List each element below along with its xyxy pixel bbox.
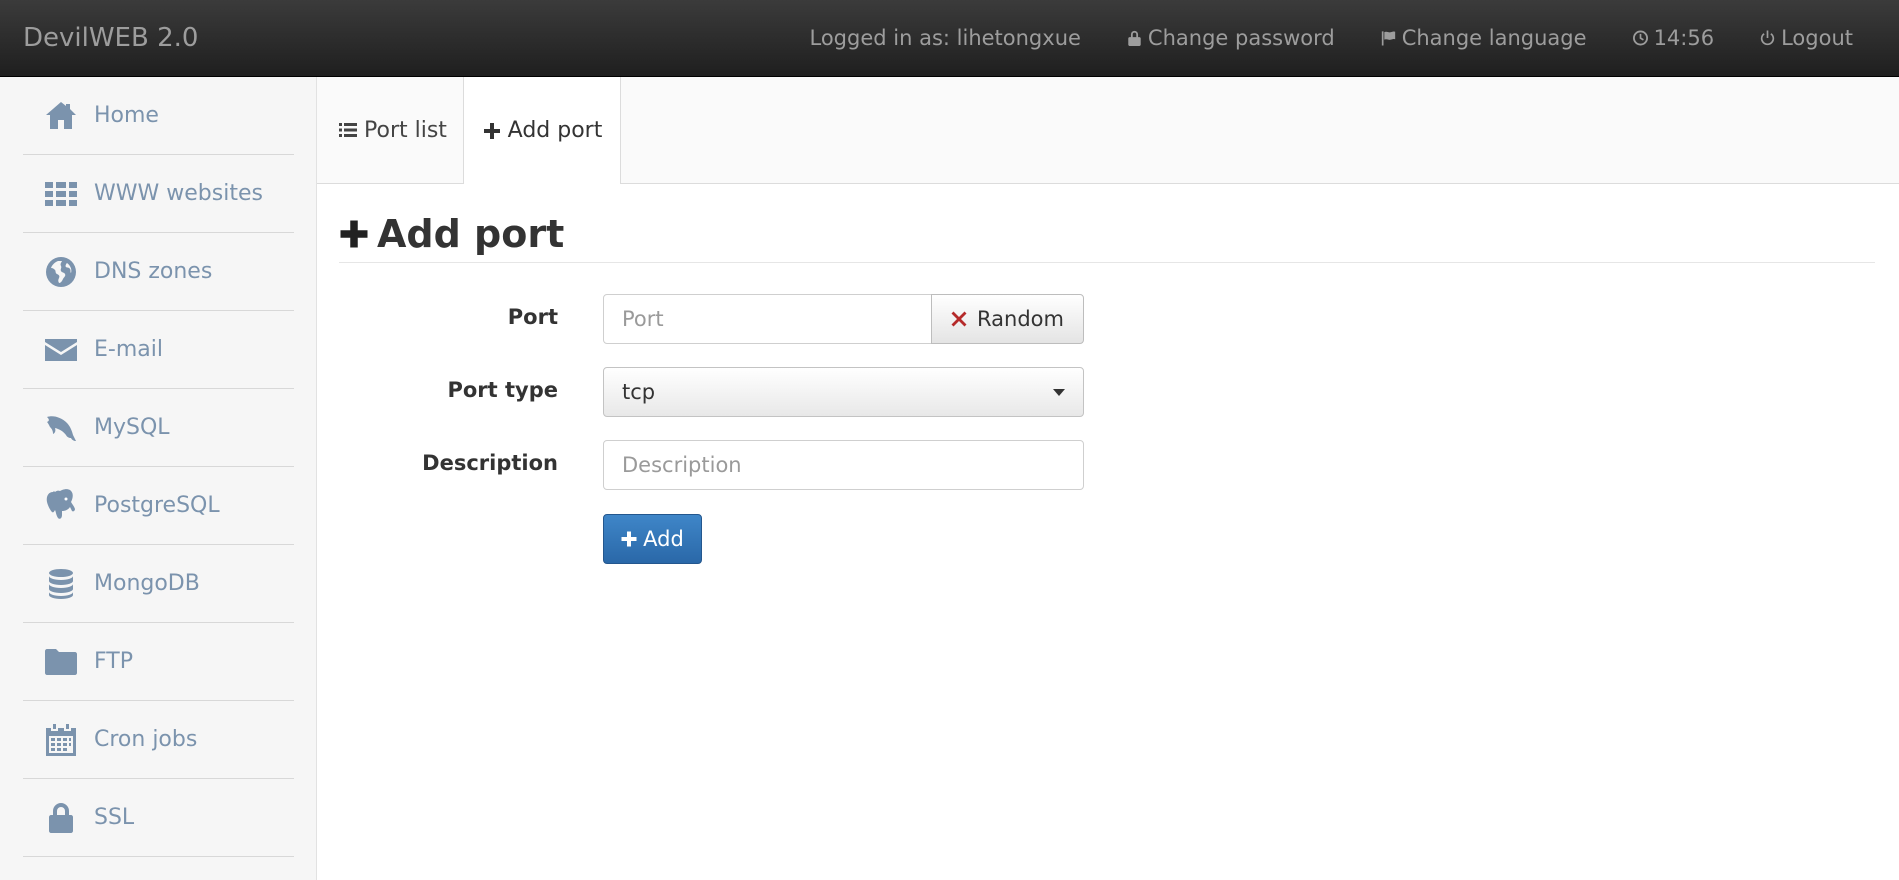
- plus-icon: [340, 220, 368, 248]
- sidebar-item-ssl[interactable]: SSL: [23, 779, 294, 857]
- database-icon: [43, 566, 79, 602]
- sidebar-item-label: Home: [94, 103, 159, 128]
- tab-port-list[interactable]: Port list: [338, 77, 447, 183]
- sidebar-item-label: DNS zones: [94, 259, 213, 284]
- sidebar-item-label: PostgreSQL: [94, 493, 220, 518]
- elephant-icon: [43, 488, 79, 524]
- close-icon: [951, 311, 967, 327]
- plus-icon: [483, 122, 500, 139]
- power-icon: [1760, 30, 1775, 46]
- sidebar-item-home[interactable]: Home: [23, 77, 294, 155]
- port-input[interactable]: [603, 294, 932, 344]
- top-navbar: DevilWEB 2.0 Logged in as: lihetongxue C…: [0, 0, 1899, 77]
- sidebar-item-ftp[interactable]: FTP: [23, 623, 294, 701]
- logged-in-label: Logged in as: lihetongxue: [809, 26, 1081, 50]
- sidebar-item-label: MongoDB: [94, 571, 200, 596]
- sidebar-item-mysql[interactable]: MySQL: [23, 389, 294, 467]
- sidebar-item-label: E-mail: [94, 337, 163, 362]
- home-icon: [43, 98, 79, 134]
- sidebar-item-www-websites[interactable]: WWW websites: [23, 155, 294, 233]
- sidebar-item-mongodb[interactable]: MongoDB: [23, 545, 294, 623]
- list-icon: [339, 123, 357, 137]
- sidebar-item-postgresql[interactable]: PostgreSQL: [23, 467, 294, 545]
- port-type-value: tcp: [622, 380, 656, 404]
- logout-label: Logout: [1781, 26, 1853, 50]
- lock-icon: [1128, 30, 1141, 46]
- change-password-label: Change password: [1147, 26, 1335, 50]
- logged-in-user[interactable]: Logged in as: lihetongxue: [810, 26, 1081, 50]
- sidebar-item-cron-jobs[interactable]: Cron jobs: [23, 701, 294, 779]
- envelope-icon: [43, 332, 79, 368]
- clock-time: 14:56: [1653, 26, 1715, 50]
- calendar-icon: [43, 722, 79, 758]
- change-language-label: Change language: [1401, 26, 1587, 50]
- tabs-bar: Port list Add port: [317, 77, 1899, 184]
- description-input[interactable]: [603, 440, 1084, 490]
- add-button-label: Add: [643, 527, 684, 551]
- sidebar-item-e-mail[interactable]: E-mail: [23, 311, 294, 389]
- add-button[interactable]: Add: [603, 514, 702, 564]
- clock-display: 14:56: [1632, 26, 1715, 50]
- navbar-links: Logged in as: lihetongxue Change passwor…: [810, 0, 1854, 76]
- random-port-button[interactable]: Random: [931, 294, 1084, 344]
- title-divider: [339, 262, 1875, 263]
- sidebar: Home WWW websites DNS zones E-mail MySQL…: [0, 77, 317, 880]
- tab-add-port-label: Add port: [507, 118, 603, 143]
- globe-icon: [43, 254, 79, 290]
- plus-icon: [621, 531, 637, 547]
- brand-logo[interactable]: DevilWEB 2.0: [23, 0, 198, 76]
- sidebar-item-label: SSL: [94, 805, 135, 830]
- description-label: Description: [422, 451, 558, 475]
- port-label: Port: [507, 305, 558, 329]
- port-type-select[interactable]: tcp: [603, 367, 1084, 417]
- port-type-label: Port type: [447, 378, 558, 402]
- sidebar-item-label: MySQL: [94, 415, 170, 440]
- clock-icon: [1632, 30, 1648, 46]
- page-title: Add port: [339, 206, 564, 262]
- page-title-text: Add port: [377, 212, 565, 256]
- chevron-down-icon: [1053, 389, 1065, 396]
- logout-link[interactable]: Logout: [1760, 26, 1853, 50]
- change-password-link[interactable]: Change password: [1127, 26, 1335, 50]
- change-language-link[interactable]: Change language: [1381, 26, 1587, 50]
- tab-port-list-label: Port list: [364, 117, 447, 143]
- lock-icon: [43, 800, 79, 836]
- flag-icon: [1381, 31, 1395, 46]
- grid-icon: [43, 176, 79, 212]
- random-button-label: Random: [977, 307, 1064, 331]
- sidebar-item-dns-zones[interactable]: DNS zones: [23, 233, 294, 311]
- sidebar-item-label: WWW websites: [94, 181, 263, 206]
- sidebar-item-label: FTP: [94, 649, 133, 674]
- dolphin-icon: [43, 410, 79, 446]
- tab-add-port[interactable]: Add port: [463, 77, 621, 184]
- sidebar-item-label: Cron jobs: [94, 727, 198, 752]
- sidebar-menu: Home WWW websites DNS zones E-mail MySQL…: [23, 77, 294, 857]
- folder-icon: [43, 644, 79, 680]
